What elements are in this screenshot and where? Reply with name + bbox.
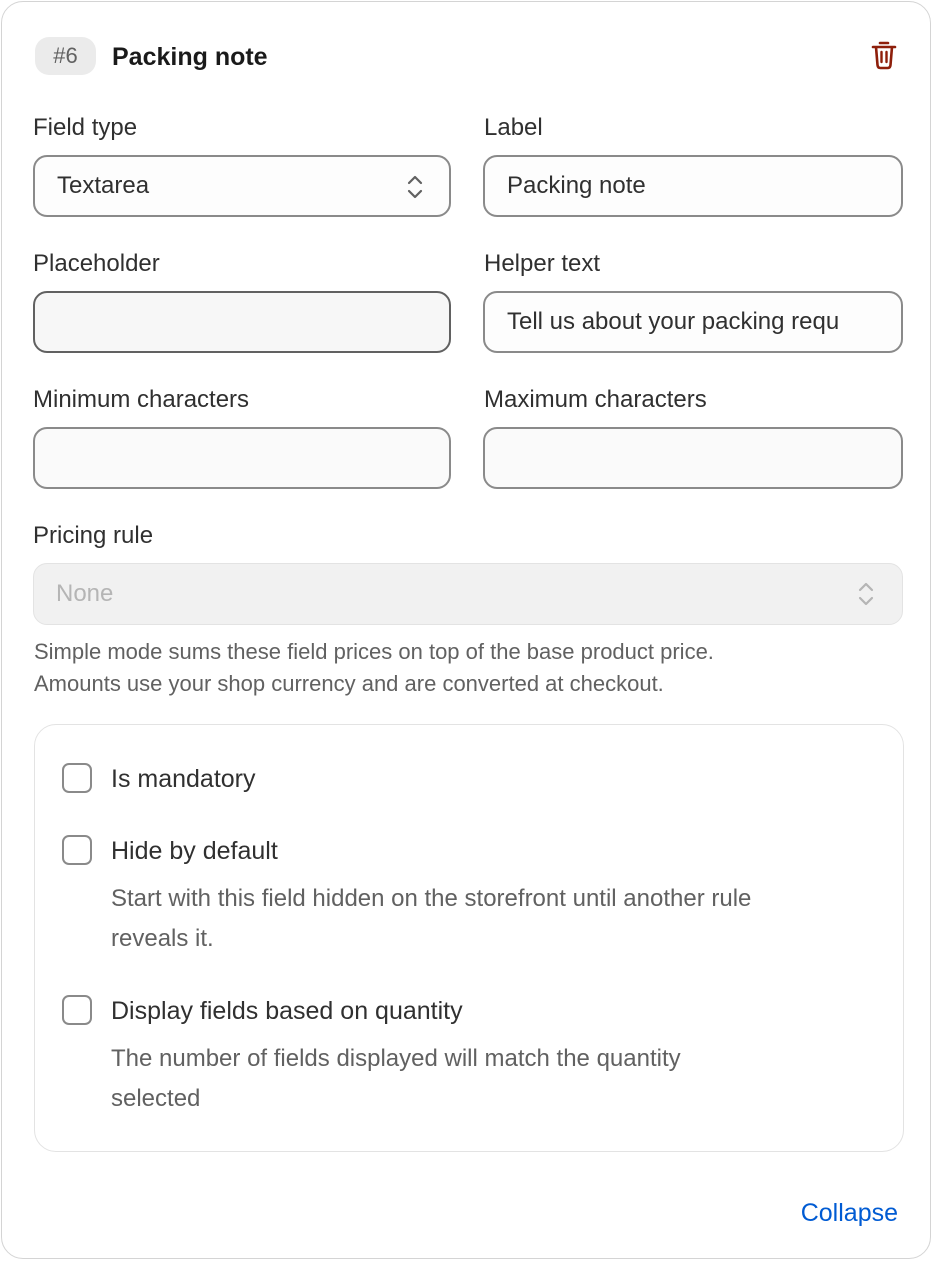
field-number-badge: #6: [35, 37, 96, 75]
placeholder-input[interactable]: [33, 291, 451, 353]
field-type-value: Textarea: [57, 172, 150, 199]
quantity-desc-line-2: selected: [111, 1085, 201, 1112]
quantity-desc-line-1: The number of fields displayed will matc…: [111, 1045, 681, 1072]
pricing-rule-select[interactable]: None: [33, 563, 903, 625]
hide-by-default-description: Start with this field hidden on the stor…: [111, 879, 881, 959]
delete-field-button[interactable]: [866, 38, 902, 72]
pricing-rule-label: Pricing rule: [33, 522, 154, 549]
field-type-label: Field type: [33, 114, 138, 141]
pricing-help-line-1: Simple mode sums these field prices on t…: [34, 639, 714, 664]
field-type-select[interactable]: Textarea: [33, 155, 451, 217]
hide-desc-line-1: Start with this field hidden on the stor…: [111, 885, 752, 912]
hide-desc-line-2: reveals it.: [111, 925, 214, 952]
min-chars-label: Minimum characters: [33, 386, 250, 413]
label-field-label: Label: [484, 114, 543, 141]
mandatory-checkbox[interactable]: [62, 763, 92, 793]
helper-text-label: Helper text: [484, 250, 601, 277]
collapse-button[interactable]: Collapse: [801, 1196, 898, 1230]
placeholder-label: Placeholder: [33, 250, 160, 277]
chevron-up-down-icon: [407, 175, 423, 199]
chevron-up-down-icon: [858, 582, 874, 606]
quantity-fields-checkbox[interactable]: [62, 995, 92, 1025]
hide-by-default-checkbox[interactable]: [62, 835, 92, 865]
trash-icon: [871, 41, 897, 70]
max-chars-input[interactable]: [483, 427, 903, 489]
mandatory-label: Is mandatory: [111, 765, 256, 793]
pricing-rule-value: None: [56, 580, 114, 607]
label-input[interactable]: Packing note: [483, 155, 903, 217]
max-chars-label: Maximum characters: [484, 386, 707, 413]
field-title: Packing note: [112, 43, 268, 71]
field-card: #6 Packing note Field type Textarea Labe…: [1, 1, 931, 1259]
pricing-help-line-2: Amounts use your shop currency and are c…: [34, 671, 664, 696]
hide-by-default-label: Hide by default: [111, 837, 278, 865]
pricing-rule-help: Simple mode sums these field prices on t…: [34, 636, 894, 700]
quantity-fields-label: Display fields based on quantity: [111, 997, 463, 1025]
options-panel: Is mandatory Hide by default Start with …: [34, 724, 904, 1152]
helper-text-input[interactable]: Tell us about your packing requ: [483, 291, 903, 353]
quantity-fields-description: The number of fields displayed will matc…: [111, 1039, 881, 1119]
min-chars-input[interactable]: [33, 427, 451, 489]
